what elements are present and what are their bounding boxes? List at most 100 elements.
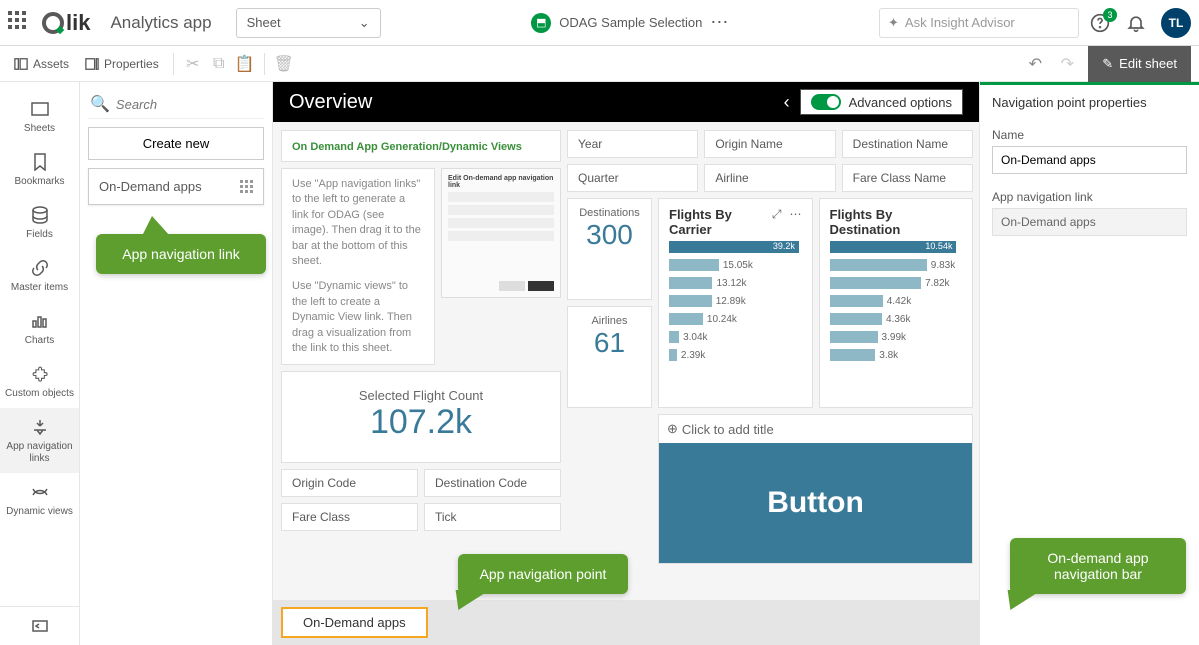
toolbar: Assets Properties ✂ ⧉ 📋 🗑 ↶ ↷ ✎ Edit she… — [0, 46, 1199, 82]
expand-icon[interactable]: ⤢ — [772, 207, 782, 222]
kpi-destinations[interactable]: Destinations 300 — [567, 198, 652, 300]
sheet-selection-label: ODAG Sample Selection — [559, 15, 702, 30]
info-text-card: Use "App navigation links" to the left t… — [281, 168, 435, 365]
nav-label: Bookmarks — [14, 176, 64, 188]
sheet-header: Overview ‹ Advanced options — [273, 82, 979, 122]
filter-origin-code[interactable]: Origin Code — [281, 469, 418, 497]
filter-fare-class[interactable]: Fare Class — [281, 503, 418, 531]
nav-sheets[interactable]: Sheets — [0, 90, 79, 143]
properties-label: Properties — [104, 57, 159, 71]
kpi-value: 107.2k — [292, 403, 550, 442]
kpi-value: 300 — [578, 219, 641, 251]
pencil-icon: ✎ — [1102, 56, 1113, 72]
nav-label: Sheets — [24, 123, 55, 135]
nav-label: Custom objects — [5, 388, 74, 400]
properties-button[interactable]: Properties — [79, 53, 165, 75]
filter-ticket[interactable]: Tick — [424, 503, 561, 531]
drag-handle-icon[interactable] — [240, 180, 253, 193]
create-new-button[interactable]: Create new — [88, 127, 264, 160]
collapse-icon — [29, 615, 51, 637]
undo-icon[interactable]: ↶ — [1024, 53, 1046, 75]
app-name: Analytics app — [110, 13, 211, 33]
nav-label: Dynamic views — [6, 506, 73, 518]
chart-icon — [29, 310, 51, 332]
dynamic-icon — [29, 481, 51, 503]
puzzle-icon — [29, 363, 51, 385]
left-nav: Sheets Bookmarks Fields Master items Cha… — [0, 82, 80, 645]
filter-year[interactable]: Year — [567, 130, 698, 158]
filter-destination-code[interactable]: Destination Code — [424, 469, 561, 497]
sheet-icon: ⬒ — [531, 13, 551, 33]
add-title[interactable]: ⊕Click to add title — [659, 415, 972, 443]
navigation-point[interactable]: On-Demand apps — [281, 607, 428, 638]
more-icon[interactable]: ⋯ — [710, 12, 728, 33]
chart-bars: 10.54k9.83k7.82k4.42k4.36k3.99k3.8k — [830, 241, 963, 361]
more-icon[interactable]: ⋯ — [790, 207, 802, 222]
chart-bars: 39.2k15.05k13.12k12.89k10.24k3.04k2.39k — [669, 241, 802, 361]
sheet-selection-title[interactable]: ⬒ ODAG Sample Selection ⋯ — [531, 12, 728, 33]
nav-app-navigation-links[interactable]: App navigation links — [0, 408, 79, 473]
navlink-icon — [29, 416, 51, 438]
app-launcher-icon[interactable] — [8, 11, 32, 35]
big-button[interactable]: Button — [659, 443, 972, 563]
filter-quarter[interactable]: Quarter — [567, 164, 698, 192]
redo-icon[interactable]: ↷ — [1056, 53, 1078, 75]
insight-advisor-input[interactable]: ✦ Ask Insight Advisor — [879, 8, 1079, 38]
advanced-options-label: Advanced options — [849, 95, 952, 110]
plus-icon: ⊕ — [667, 421, 678, 437]
dialog-title: Edit On-demand app navigation link — [448, 175, 554, 189]
sheet-dropdown[interactable]: Sheet ⌄ — [236, 8, 381, 38]
advanced-options-toggle[interactable]: Advanced options — [800, 89, 963, 115]
search-icon: 🔍 — [90, 94, 110, 114]
chart-flights-destination[interactable]: Flights By Destination 10.54k9.83k7.82k4… — [819, 198, 974, 408]
chart-title: Flights By Destination — [830, 207, 963, 237]
search-input[interactable] — [116, 97, 262, 112]
assets-button[interactable]: Assets — [8, 53, 75, 75]
on-demand-apps-item[interactable]: On-Demand apps — [88, 168, 264, 205]
sheet-title: Overview — [289, 91, 372, 114]
kpi-selected-flight[interactable]: Selected Flight Count 107.2k — [281, 371, 561, 463]
name-label: Name — [992, 128, 1187, 142]
link-icon — [29, 257, 51, 279]
name-input[interactable] — [992, 146, 1187, 174]
nav-collapse[interactable] — [0, 606, 79, 645]
chevron-down-icon: ⌄ — [359, 15, 370, 31]
bell-icon[interactable] — [1125, 12, 1147, 34]
nav-label: Fields — [26, 229, 53, 241]
kpi-label: Destinations — [578, 207, 641, 219]
nav-fields[interactable]: Fields — [0, 196, 79, 249]
nav-charts[interactable]: Charts — [0, 302, 79, 355]
cut-icon[interactable]: ✂ — [182, 53, 204, 75]
delete-icon[interactable]: 🗑 — [273, 53, 295, 75]
filter-origin-name[interactable]: Origin Name — [704, 130, 835, 158]
bookmark-icon — [29, 151, 51, 173]
kpi-value: 61 — [578, 327, 641, 359]
link-label: App navigation link — [992, 190, 1187, 204]
fields-icon — [29, 204, 51, 226]
filter-fare-class-name[interactable]: Fare Class Name — [842, 164, 973, 192]
edit-sheet-label: Edit sheet — [1119, 56, 1177, 71]
search-row: 🔍 — [88, 90, 264, 119]
edit-sheet-button[interactable]: ✎ Edit sheet — [1088, 46, 1191, 82]
panel-header: Navigation point properties — [980, 82, 1199, 120]
help-icon[interactable]: 3 — [1089, 12, 1111, 34]
help-badge: 3 — [1103, 8, 1117, 22]
assets-label: Assets — [33, 57, 69, 71]
chart-flights-carrier[interactable]: ⤢⋯ Flights By Carrier 39.2k15.05k13.12k1… — [658, 198, 813, 408]
topbar: lik Analytics app Sheet ⌄ ⬒ ODAG Sample … — [0, 0, 1199, 46]
qlik-logo: lik — [42, 10, 90, 36]
nav-bookmarks[interactable]: Bookmarks — [0, 143, 79, 196]
app-navigation-bar[interactable]: On-Demand apps — [273, 600, 979, 645]
copy-icon[interactable]: ⧉ — [208, 53, 230, 75]
filter-destination-name[interactable]: Destination Name — [842, 130, 973, 158]
sheet-dropdown-label: Sheet — [247, 15, 281, 30]
prev-sheet-icon[interactable]: ‹ — [784, 92, 790, 113]
user-avatar[interactable]: TL — [1161, 8, 1191, 38]
button-object[interactable]: ⊕Click to add title Button — [658, 414, 973, 564]
filter-airline[interactable]: Airline — [704, 164, 835, 192]
kpi-airlines[interactable]: Airlines 61 — [567, 306, 652, 408]
nav-master-items[interactable]: Master items — [0, 249, 79, 302]
nav-custom-objects[interactable]: Custom objects — [0, 355, 79, 408]
paste-icon[interactable]: 📋 — [234, 53, 256, 75]
nav-dynamic-views[interactable]: Dynamic views — [0, 473, 79, 526]
